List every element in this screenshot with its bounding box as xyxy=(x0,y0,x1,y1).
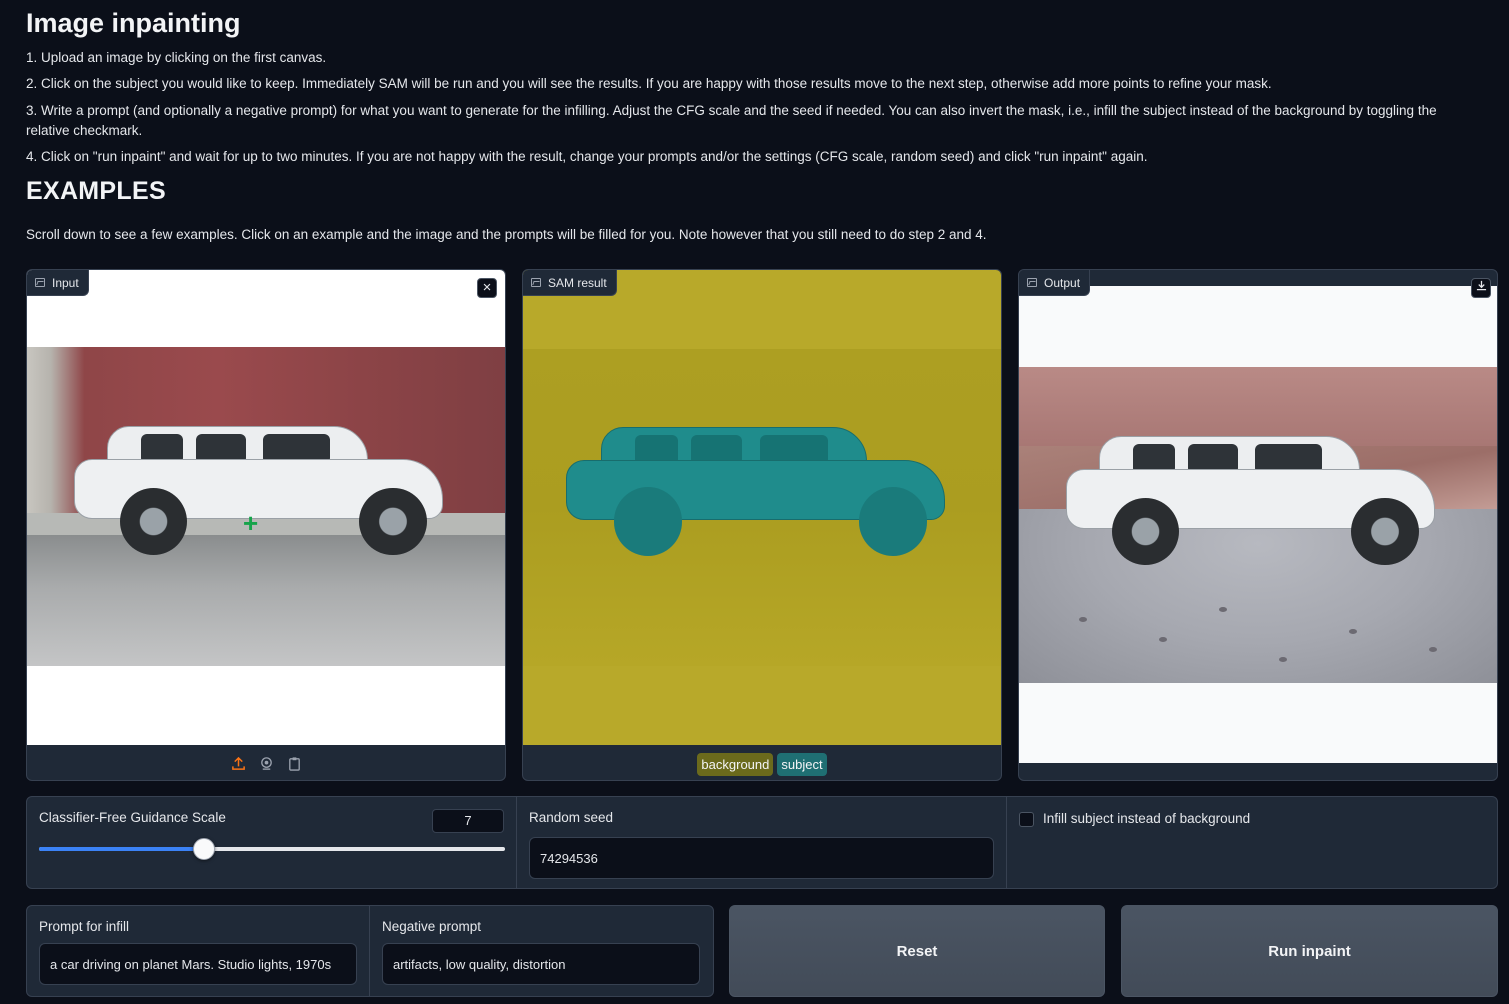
infill-prompt-control: Prompt for infill a car driving on plane… xyxy=(27,906,370,996)
infill-prompt-input[interactable]: a car driving on planet Mars. Studio lig… xyxy=(39,943,357,985)
output-label: Output xyxy=(1019,270,1091,296)
input-canvas[interactable]: + xyxy=(27,270,505,745)
cfg-scale-number-input[interactable]: 7 xyxy=(432,809,504,833)
page-title: Image inpainting xyxy=(26,8,241,38)
seed-control: Random seed 74294536 xyxy=(517,797,1007,888)
invert-mask-checkbox[interactable] xyxy=(1019,812,1034,827)
sam-result-panel: SAM result background subject xyxy=(522,269,1002,781)
output-image-area xyxy=(1019,286,1497,763)
clipboard-icon[interactable] xyxy=(285,754,303,772)
settings-row: Classifier-Free Guidance Scale 7 Random … xyxy=(26,796,1498,889)
webcam-icon[interactable] xyxy=(257,754,275,772)
reset-button[interactable]: Reset xyxy=(729,905,1105,997)
run-inpaint-button[interactable]: Run inpaint xyxy=(1121,905,1498,997)
input-panel: Input × + xyxy=(26,269,506,781)
seed-label: Random seed xyxy=(529,810,614,825)
close-icon[interactable]: × xyxy=(477,278,497,298)
image-icon xyxy=(35,278,45,287)
cfg-scale-slider-fill xyxy=(39,847,205,851)
negative-prompt-input[interactable]: artifacts, low quality, distortion xyxy=(382,943,700,985)
cfg-scale-control: Classifier-Free Guidance Scale 7 xyxy=(27,797,517,888)
download-icon[interactable] xyxy=(1471,278,1491,298)
upload-icon[interactable] xyxy=(229,754,247,772)
infill-prompt-label: Prompt for infill xyxy=(39,919,130,934)
invert-mask-control: Infill subject instead of background xyxy=(1007,797,1497,888)
sam-result-image xyxy=(523,270,1001,745)
instruction-step-3: 3. Write a prompt (and optionally a nega… xyxy=(26,103,1437,138)
input-toolbar xyxy=(27,746,505,780)
seed-input[interactable]: 74294536 xyxy=(529,837,994,879)
instruction-step-1: 1. Upload an image by clicking on the fi… xyxy=(26,50,327,65)
instruction-step-4: 4. Click on "run inpaint" and wait for u… xyxy=(26,149,1148,164)
negative-prompt-label: Negative prompt xyxy=(382,919,482,934)
examples-note: Scroll down to see a few examples. Click… xyxy=(26,227,987,242)
selection-point-marker: + xyxy=(243,508,259,538)
output-panel: Output xyxy=(1018,269,1498,781)
legend-subject[interactable]: subject xyxy=(777,753,827,776)
instruction-step-2: 2. Click on the subject you would like t… xyxy=(26,76,1272,91)
sam-result-label: SAM result xyxy=(523,270,617,296)
cfg-scale-label: Classifier-Free Guidance Scale xyxy=(39,810,226,825)
cfg-scale-slider-thumb[interactable] xyxy=(193,838,216,860)
prompts-row: Prompt for infill a car driving on plane… xyxy=(26,905,714,997)
negative-prompt-control: Negative prompt artifacts, low quality, … xyxy=(370,906,713,996)
invert-mask-label: Infill subject instead of background xyxy=(1043,811,1251,826)
image-icon xyxy=(531,278,541,287)
output-image xyxy=(1019,367,1497,683)
image-icon xyxy=(1027,278,1037,287)
examples-title: EXAMPLES xyxy=(26,177,166,205)
input-image[interactable]: + xyxy=(27,347,505,666)
input-label: Input xyxy=(27,270,89,296)
legend-background[interactable]: background xyxy=(697,753,774,776)
cfg-scale-slider[interactable] xyxy=(39,838,505,860)
mask-legend: background subject xyxy=(523,753,1001,776)
